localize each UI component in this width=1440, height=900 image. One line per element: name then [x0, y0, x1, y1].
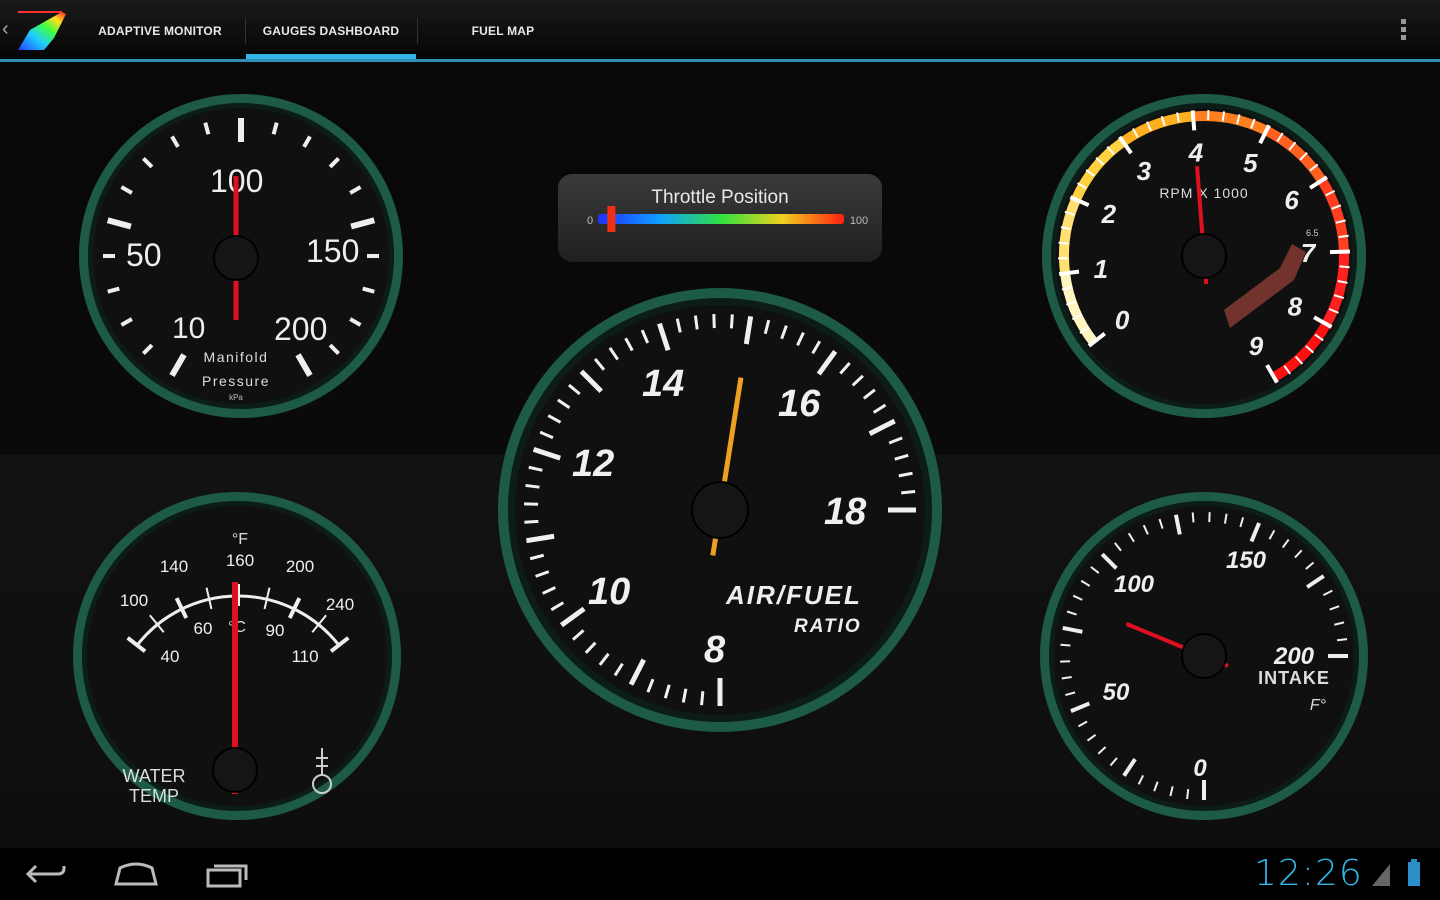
- gauge-name-line1: WATER: [123, 766, 186, 786]
- tick-label: 8: [704, 629, 726, 671]
- gauge-hub: [212, 747, 258, 793]
- gauge-tick: [901, 490, 916, 495]
- tab-gauges-dashboard[interactable]: GAUGES DASHBOARD: [246, 0, 416, 59]
- tick-label: 9: [1249, 331, 1264, 361]
- tick-label: 150: [306, 233, 359, 269]
- tick-label: 18: [824, 491, 867, 533]
- gauge-tick: [524, 519, 539, 524]
- tab-adaptive-monitor[interactable]: ADAPTIVE MONITOR: [80, 0, 240, 59]
- gauges-dashboard: 10 50 100 150 200 Manifold Pressure kPa …: [0, 62, 1440, 848]
- gauge-tick: [1221, 111, 1226, 122]
- gauge-tick: [1058, 269, 1080, 277]
- tick-label: 6: [1284, 185, 1299, 215]
- app-logo-icon[interactable]: [14, 8, 68, 54]
- tick-label: 50: [1103, 679, 1130, 706]
- tick-label: 0: [1193, 755, 1207, 782]
- gauge-name-line2: Pressure: [202, 373, 270, 389]
- tick-label: 100: [1114, 571, 1155, 598]
- throttle-min-label: 0: [587, 215, 593, 227]
- gauge-unit: kPa: [229, 393, 243, 402]
- water-temp-gauge: °F °C 100 140 160 200 240 40 60 90 110 W…: [73, 492, 401, 820]
- tick-label: 1: [1094, 254, 1108, 284]
- gauge-hub: [213, 235, 259, 281]
- throttle-title: Throttle Position: [651, 187, 788, 208]
- throttle-position-panel: Throttle Position 0 100: [558, 174, 882, 262]
- tick-label: 240: [326, 595, 354, 614]
- gauge-hub: [1181, 233, 1227, 279]
- tick-label: 100: [120, 591, 148, 610]
- tick-label: 200: [1273, 643, 1315, 670]
- tick-label: 90: [266, 621, 285, 640]
- gauge-tick: [1336, 638, 1348, 642]
- gauge-tick: [1329, 249, 1350, 255]
- signal-icon: [1372, 864, 1390, 886]
- tick-label: 200: [274, 311, 327, 347]
- rpm-gauge: 01 23 4 567 89 6.5 RPM X 1000: [1042, 94, 1366, 418]
- throttle-gradient-bar: [598, 214, 844, 224]
- gauge-tick: [729, 314, 734, 329]
- gauge-tick: [1186, 788, 1190, 800]
- gauge-tick: [1190, 110, 1197, 131]
- manifold-pressure-gauge: 10 50 100 150 200 Manifold Pressure kPa: [79, 94, 403, 418]
- gauge-tick: [700, 691, 705, 706]
- tick-label: 110: [291, 647, 318, 666]
- gauge-tick: [1058, 241, 1069, 245]
- tick-label: 2: [1101, 199, 1117, 229]
- tick-label: 14: [642, 363, 684, 405]
- tick-label: 16: [778, 383, 821, 425]
- gauge-tick: [1191, 512, 1195, 523]
- tick-label: 160: [226, 551, 254, 570]
- gauge-name-line1: Manifold: [204, 349, 269, 365]
- throttle-max-label: 100: [850, 215, 868, 227]
- tick-label: 10: [172, 312, 205, 345]
- gauge-tick: [1339, 265, 1350, 269]
- gauge-name-line1: AIR/FUEL: [725, 580, 862, 610]
- tick-label: 10: [588, 571, 630, 613]
- tick-label: 12: [572, 443, 614, 485]
- tab-fuel-map[interactable]: FUEL MAP: [418, 0, 588, 59]
- tick-label: 0: [1115, 305, 1130, 335]
- gauge-name-line2: RATIO: [794, 616, 862, 637]
- back-icon[interactable]: [22, 858, 70, 890]
- recent-apps-icon[interactable]: [202, 858, 250, 890]
- air-fuel-ratio-gauge: 8 10 12 14 16 18 AIR/FUEL RATIO: [498, 288, 942, 732]
- intake-temp-gauge: 0 50 100 150 200 INTAKE F°: [1040, 492, 1368, 820]
- overflow-menu-icon[interactable]: [1392, 16, 1414, 46]
- tick-label: 140: [160, 557, 188, 576]
- throttle-value-marker: [607, 206, 616, 232]
- gauge-unit: F°: [1310, 697, 1327, 714]
- rpm-title: RPM X 1000: [1159, 185, 1248, 201]
- tick-label: 200: [286, 557, 314, 576]
- tick-label: 8: [1288, 292, 1303, 322]
- home-icon[interactable]: [112, 858, 160, 890]
- tick-label: 5: [1243, 148, 1258, 178]
- gauge-tick: [693, 315, 699, 330]
- tick-label: 150: [1226, 547, 1267, 574]
- tick-label: 60: [194, 619, 213, 638]
- status-clock: 12:26: [1254, 853, 1363, 894]
- gauge-hub: [691, 481, 749, 539]
- system-nav-bar: [0, 848, 1440, 900]
- action-bar: ‹ ADAPTIVE MONITOR GAUGES DASHBOARD FUEL…: [0, 0, 1440, 62]
- water-unit-f: °F: [232, 531, 248, 548]
- up-caret-icon[interactable]: ‹: [2, 18, 9, 41]
- tick-label: 50: [126, 237, 162, 273]
- gauge-name-line2: TEMP: [129, 786, 179, 806]
- gauge-name: INTAKE: [1258, 668, 1330, 688]
- tick-label: 3: [1137, 156, 1152, 186]
- gauge-tick: [525, 483, 540, 489]
- tick-label: 40: [161, 647, 180, 666]
- gauge-tick: [1338, 234, 1349, 239]
- status-icons: [1372, 859, 1420, 886]
- gauge-hub: [1181, 633, 1227, 679]
- rpm-sub-label: 6.5: [1306, 228, 1319, 238]
- tick-label: 7: [1301, 238, 1317, 268]
- battery-icon: [1408, 859, 1420, 886]
- gauge-tick: [1060, 643, 1071, 647]
- tick-label: 4: [1188, 137, 1204, 167]
